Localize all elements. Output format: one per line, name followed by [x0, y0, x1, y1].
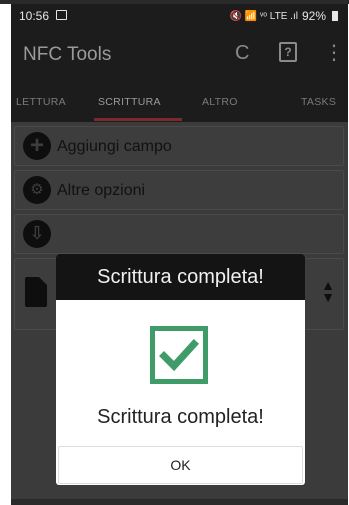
status-indicators: 🔇 📶 ᵛᵒ LTE .ıl 92%	[230, 9, 338, 23]
download-circle-icon: ⇩	[23, 220, 51, 248]
status-bar: 10:56 🔇 📶 ᵛᵒ LTE .ıl 92%	[11, 4, 348, 28]
write-complete-dialog: Scrittura completa! Scrittura completa! …	[56, 254, 305, 485]
dialog-message: Scrittura completa!	[97, 406, 264, 428]
ok-button[interactable]: OK	[58, 446, 303, 484]
app-bar: NFC Tools C ? ⋮	[11, 28, 348, 80]
tab-scrittura[interactable]: SCRITTURA	[98, 96, 161, 108]
more-vert-icon[interactable]: ⋮	[324, 42, 344, 64]
dialog-title: Scrittura completa!	[97, 266, 264, 288]
status-time: 10:56	[19, 9, 50, 23]
signal-indicators: 🔇 📶 ᵛᵒ LTE .ıl	[229, 10, 298, 22]
battery-icon	[332, 11, 338, 21]
document-icon	[25, 277, 47, 307]
save-row[interactable]: ⇩	[14, 214, 344, 254]
app-root: 10:56 🔇 📶 ᵛᵒ LTE .ıl 92% NFC Tools C ? ⋮…	[11, 4, 348, 505]
app-title: NFC Tools	[23, 44, 112, 65]
gallery-notification-icon	[56, 10, 67, 20]
checkmark-icon	[150, 326, 208, 384]
add-field-label: Aggiungi campo	[57, 138, 172, 155]
help-icon[interactable]: ?	[279, 42, 297, 62]
tab-tasks[interactable]: TASKS	[301, 96, 336, 108]
active-tab-indicator	[94, 118, 182, 121]
tab-altro[interactable]: ALTRO	[202, 96, 238, 108]
nfc-icon[interactable]: C	[235, 42, 249, 64]
sort-icon[interactable]: ▲ ▼	[321, 278, 335, 304]
other-options-label: Altre opzioni	[57, 182, 146, 199]
battery-percent: 92%	[301, 9, 326, 23]
screenshot-frame: 10:56 🔇 📶 ᵛᵒ LTE .ıl 92% NFC Tools C ? ⋮…	[0, 0, 349, 505]
dialog-title-bar: Scrittura completa!	[56, 254, 305, 300]
tab-lettura[interactable]: LETTURA	[16, 96, 66, 108]
tab-bar: LETTURA SCRITTURA ALTRO TASKS	[11, 80, 348, 122]
add-circle-icon: +	[23, 132, 51, 160]
phone-screen: 10:56 🔇 📶 ᵛᵒ LTE .ıl 92% NFC Tools C ? ⋮…	[11, 4, 348, 505]
other-options-row[interactable]: ⚙ Altre opzioni	[14, 170, 344, 210]
bottom-edge	[11, 499, 348, 505]
wrench-circle-icon: ⚙	[23, 176, 51, 204]
add-field-row[interactable]: + Aggiungi campo	[14, 126, 344, 166]
checkmark-glyph	[159, 339, 199, 372]
